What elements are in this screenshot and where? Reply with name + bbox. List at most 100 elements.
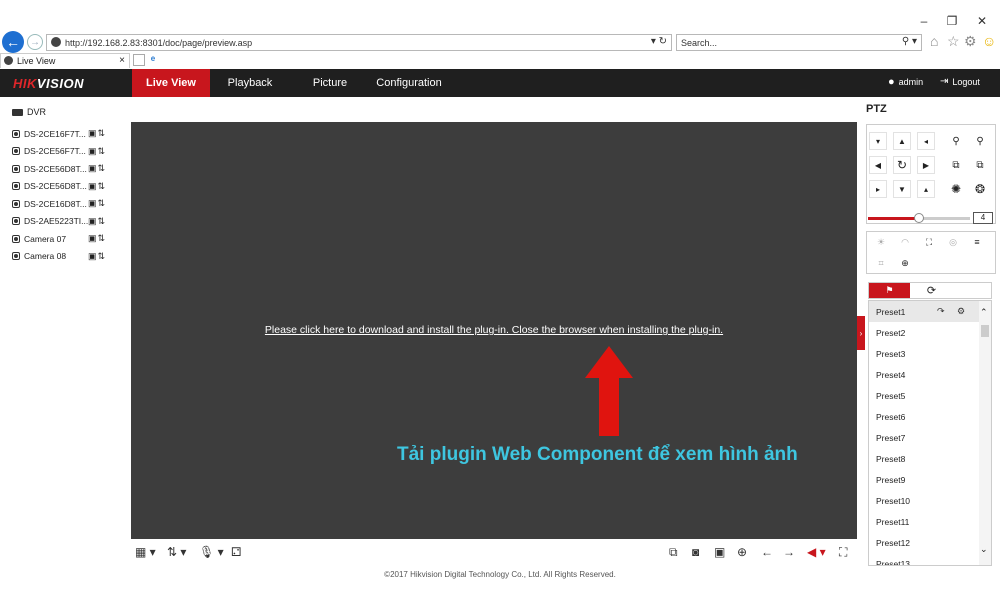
digital-zoom-icon[interactable]: ⊕ [737,545,747,559]
search-icon[interactable]: ⚲ ▾ [902,36,917,47]
camera-item[interactable]: DS-2CE56F7T... ▣ ⇅ [12,146,128,157]
start-live-view-icon[interactable]: ▣ [88,251,98,262]
video-window[interactable]: Please click here to download and instal… [131,122,857,539]
ptz-camera-icon[interactable]: ⇅ [98,251,107,262]
back-button[interactable]: ← [2,31,24,53]
microphone-icon[interactable]: 🎙 ▾ [199,545,224,559]
logout-button[interactable]: ⇥ Logout [940,76,980,87]
minimize-button[interactable]: – [914,14,934,28]
preset-item[interactable]: Preset5 [869,385,981,406]
ptz-camera-icon[interactable]: ⇅ [98,198,107,209]
ptz-camera-icon[interactable]: ⇅ [98,181,107,192]
maximize-button[interactable]: ❐ [942,14,962,28]
camera-item[interactable]: Camera 07 ▣ ⇅ [12,233,128,244]
ptz-camera-icon[interactable]: ⇅ [98,128,107,139]
record-icon[interactable]: ▣ [714,545,725,559]
scroll-thumb[interactable] [981,325,989,337]
download-plugin-link[interactable]: Please click here to download and instal… [131,324,857,336]
preset-item[interactable]: Preset2 [869,322,981,343]
preset-item[interactable]: Preset1 ↷ ⚙ [869,301,981,322]
light-icon[interactable]: ☀ [871,234,891,250]
preset-item[interactable]: Preset11 [869,511,981,532]
camera-item[interactable]: DS-2CE16D8T... ▣ ⇅ [12,198,128,209]
start-live-view-icon[interactable]: ▣ [88,163,98,174]
start-live-view-icon[interactable]: ▣ [88,216,98,227]
camera-item[interactable]: DS-2CE16F7T... ▣ ⇅ [12,128,128,139]
favorites-star-icon[interactable]: ☆ [947,33,960,50]
preset-scrollbar[interactable]: ⌃ ⌄ [979,301,991,565]
wiper-icon[interactable]: ◠ [895,234,915,250]
preset-item[interactable]: Preset10 [869,490,981,511]
stop-all-icon[interactable]: ⧉ [669,545,678,560]
chevron-down-icon[interactable]: ⌄ [980,544,988,555]
manual-tracking-icon[interactable]: ⌗ [871,255,891,271]
tab-patrol[interactable]: ⟳ [911,283,952,298]
new-tab-button[interactable] [133,54,145,66]
ocr-icon[interactable]: ⚁ [231,545,241,559]
nav-configuration[interactable]: Configuration [372,69,446,97]
ptz-left-button[interactable]: ◀ [869,156,887,174]
settings-gear-icon[interactable]: ⚙ [964,33,977,50]
nav-picture[interactable]: Picture [300,69,360,97]
ptz-down-left-button[interactable]: ▸ [869,180,887,198]
ptz-camera-icon[interactable]: ⇅ [98,146,107,157]
fullscreen-icon[interactable]: ⛶ [839,545,847,560]
zoom-out-button[interactable]: ⚲ [947,132,965,150]
lens-init-icon[interactable]: ◎ [943,234,963,250]
ptz-speed-slider[interactable] [868,213,970,223]
capture-camera-icon[interactable]: ◙ [692,545,699,559]
browser-tab[interactable]: Live View × [0,53,130,68]
tab-preset[interactable]: ⚑ [869,283,910,298]
ptz-right-button[interactable]: ▶ [917,156,935,174]
collapse-ptz-button[interactable]: › [857,316,865,350]
close-tab-icon[interactable]: × [119,55,125,66]
ptz-camera-icon[interactable]: ⇅ [98,216,107,227]
window-layout-icon[interactable]: ▦ ▾ [135,545,156,559]
close-window-button[interactable]: ✕ [972,14,992,28]
preset-settings-icon[interactable]: ⚙ [957,306,965,317]
search-box[interactable]: Search... ⚲ ▾ [676,34,922,51]
next-page-icon[interactable]: → [783,545,795,559]
address-bar[interactable]: http://192.168.2.83:8301/doc/page/previe… [46,34,672,51]
ptz-down-right-button[interactable]: ▴ [917,180,935,198]
stream-type-icon[interactable]: ⇅ ▾ [167,545,186,559]
call-preset-icon[interactable]: ↷ [937,306,945,317]
3d-zoom-icon[interactable]: ⊕ [895,255,915,271]
start-live-view-icon[interactable]: ▣ [88,181,98,192]
menu-icon[interactable]: ≡ [967,234,987,250]
ptz-camera-icon[interactable]: ⇅ [98,163,107,174]
iris-close-button[interactable]: ❂ [971,180,989,198]
start-live-view-icon[interactable]: ▣ [88,198,98,209]
volume-icon[interactable]: ◀ ▾ [807,545,826,559]
ptz-up-button[interactable]: ▲ [893,132,911,150]
preset-item[interactable]: Preset3 [869,343,981,364]
start-live-view-icon[interactable]: ▣ [88,146,98,157]
focus-near-button[interactable]: ⧉ [947,156,965,174]
prev-page-icon[interactable]: ← [761,545,773,559]
ptz-up-left-button[interactable]: ▾ [869,132,887,150]
auxiliary-focus-icon[interactable]: ⛶ [919,234,939,250]
ptz-auto-button[interactable]: ↻ [893,156,911,174]
ptz-down-button[interactable]: ▼ [893,180,911,198]
iris-open-button[interactable]: ✺ [947,180,965,198]
focus-far-button[interactable]: ⧉ [971,156,989,174]
preset-item[interactable]: Preset9 [869,469,981,490]
refresh-icon[interactable]: ▾ ↻ [651,36,667,47]
preset-item[interactable]: Preset7 [869,427,981,448]
chevron-up-icon[interactable]: ⌃ [980,307,988,318]
ptz-camera-icon[interactable]: ⇅ [98,233,107,244]
camera-item[interactable]: DS-2CE56D8T... ▣ ⇅ [12,181,128,192]
nav-playback[interactable]: Playback [216,69,284,97]
forward-button[interactable]: → [27,34,43,50]
camera-item[interactable]: DS-2AE5223TI... ▣ ⇅ [12,216,128,227]
ptz-speed-handle[interactable] [914,213,924,223]
nav-live-view[interactable]: Live View [132,69,210,97]
smiley-icon[interactable]: ☺ [982,33,996,49]
preset-item[interactable]: Preset8 [869,448,981,469]
preset-item[interactable]: Preset4 [869,364,981,385]
start-live-view-icon[interactable]: ▣ [88,233,98,244]
ptz-up-right-button[interactable]: ◂ [917,132,935,150]
preset-item[interactable]: Preset13 [869,553,981,566]
dvr-node[interactable]: DVR [12,107,46,117]
home-icon[interactable]: ⌂ [930,33,938,49]
